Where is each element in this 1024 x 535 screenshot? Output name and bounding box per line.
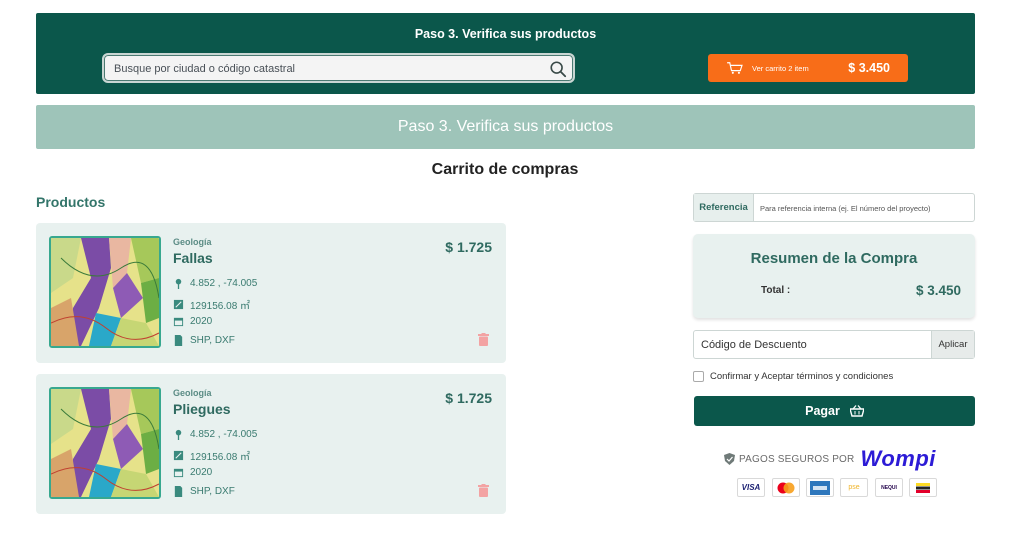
product-name: Fallas (173, 250, 213, 266)
secure-payments: PAGOS SEGUROS POR Wompi (724, 448, 936, 470)
view-cart-button[interactable]: Ver carrito 2 item $ 3.450 (708, 54, 908, 82)
product-card: Geología Fallas $ 1.725 4.852 , -74.005 … (36, 223, 506, 363)
step-banner: Paso 3. Verifica sus productos (36, 105, 975, 149)
nequi-icon: NEQUI (875, 478, 903, 497)
amex-icon (806, 478, 834, 497)
summary-total-label: Total : (761, 285, 791, 296)
product-card: Geología Pliegues $ 1.725 4.852 , -74.00… (36, 374, 506, 514)
calendar-icon (173, 468, 184, 478)
product-map-thumbnail (49, 236, 161, 348)
product-coordinates: 4.852 , -74.005 (173, 278, 257, 289)
cart-title: Carrito de compras (431, 161, 579, 178)
reference-input[interactable] (760, 200, 970, 216)
discount-field: Aplicar (693, 330, 975, 359)
calendar-icon (173, 317, 184, 327)
product-map-thumbnail (49, 387, 161, 499)
purchase-summary: Resumen de la Compra Total : $ 3.450 (693, 234, 975, 318)
terms-label: Confirmar y Aceptar términos y condicion… (710, 371, 894, 382)
bancolombia-icon (909, 478, 937, 497)
product-area: 129156.08 ㎡ (173, 297, 250, 312)
product-formats: SHP, DXF (173, 335, 235, 346)
basket-icon (849, 405, 864, 417)
product-year: 2020 (173, 316, 212, 327)
product-category: Geología (173, 237, 212, 247)
summary-total-value: $ 3.450 (915, 283, 961, 298)
product-category: Geología (173, 388, 212, 398)
search-icon[interactable] (549, 60, 567, 78)
search-input[interactable] (114, 60, 544, 78)
terms-row: Confirmar y Aceptar términos y condicion… (693, 371, 893, 382)
product-coordinates: 4.852 , -74.005 (173, 429, 257, 440)
area-icon (173, 450, 184, 461)
product-price: $ 1.725 (445, 390, 492, 406)
search-box[interactable] (102, 53, 575, 83)
wompi-logo: Wompi (860, 446, 936, 471)
product-price: $ 1.725 (445, 239, 492, 255)
shopping-cart-icon (727, 62, 743, 74)
shield-icon (724, 453, 735, 465)
mastercard-icon (772, 478, 800, 497)
pse-icon: pse (840, 478, 868, 497)
secure-text: PAGOS SEGUROS POR (739, 453, 855, 465)
file-icon (174, 486, 183, 497)
product-formats: SHP, DXF (173, 486, 235, 497)
product-year: 2020 (173, 467, 212, 478)
reference-field: Referencia (693, 193, 975, 222)
header-title: Paso 3. Verifica sus productos (414, 27, 597, 41)
area-icon (173, 299, 184, 310)
discount-input[interactable] (701, 337, 921, 353)
map-pin-icon (175, 278, 182, 289)
trash-icon[interactable] (478, 333, 489, 346)
cart-total: $ 3.450 (848, 61, 890, 75)
trash-icon[interactable] (478, 484, 489, 497)
visa-icon: VISA (737, 478, 765, 497)
reference-label: Referencia (694, 194, 754, 221)
products-title: Productos (36, 194, 106, 210)
file-icon (174, 335, 183, 346)
map-pin-icon (175, 429, 182, 440)
product-name: Pliegues (173, 401, 231, 417)
summary-title: Resumen de la Compra (750, 250, 918, 267)
header-bar: Paso 3. Verifica sus productos Ver carri… (36, 13, 975, 94)
apply-discount-button[interactable]: Aplicar (931, 331, 974, 358)
cart-label: Ver carrito 2 item (752, 63, 809, 73)
pay-button[interactable]: Pagar (694, 396, 975, 426)
product-area: 129156.08 ㎡ (173, 448, 250, 463)
terms-checkbox[interactable] (693, 371, 704, 382)
pay-label: Pagar (805, 404, 840, 418)
